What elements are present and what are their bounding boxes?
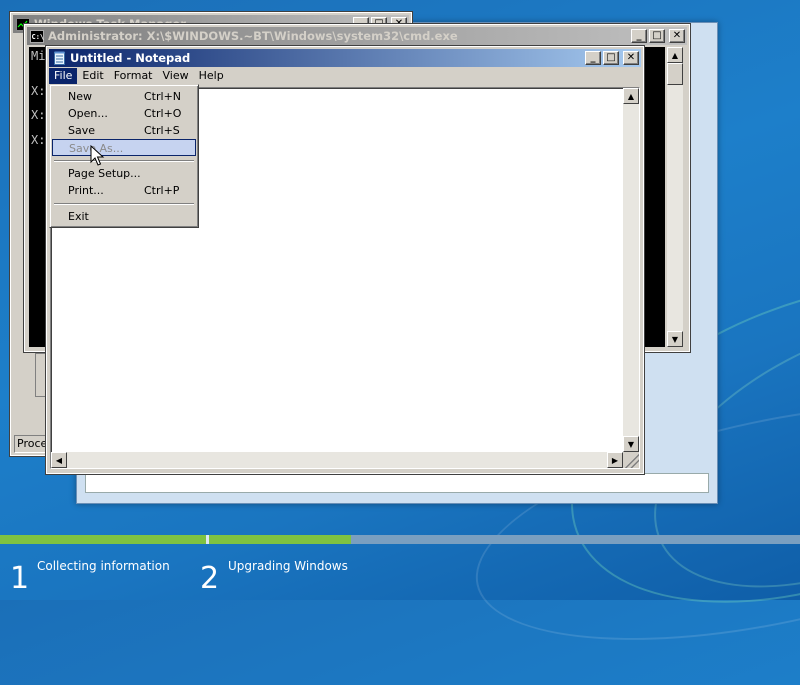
menu-item-print[interactable]: Print... Ctrl+P <box>52 182 196 199</box>
notepad-vertical-scrollbar[interactable]: ▲ ▼ <box>623 88 639 452</box>
menu-item-save-as[interactable]: Save As... <box>52 139 196 156</box>
menu-item-page-setup[interactable]: Page Setup... <box>52 165 196 182</box>
menu-format[interactable]: Format <box>109 68 158 84</box>
mouse-pointer-icon <box>90 145 105 166</box>
scroll-down-arrow-icon[interactable]: ▼ <box>623 436 639 452</box>
menu-item-shortcut: Ctrl+P <box>144 184 180 197</box>
menu-item-shortcut: Ctrl+N <box>144 90 182 103</box>
menu-separator <box>54 203 194 205</box>
cmd-vertical-scrollbar[interactable]: ▲ ▼ <box>667 47 683 347</box>
cmd-title: Administrator: X:\$WINDOWS.~BT\Windows\s… <box>48 29 458 43</box>
minimize-button[interactable]: _ <box>631 29 647 43</box>
menu-item-shortcut: Ctrl+S <box>144 124 180 137</box>
menu-file[interactable]: File <box>49 68 78 84</box>
notepad-horizontal-scrollbar[interactable]: ◀ ▶ <box>51 452 623 468</box>
close-button[interactable]: ✕ <box>669 29 685 43</box>
step-number: 1 <box>10 561 30 596</box>
file-menu-dropdown: New Ctrl+N Open... Ctrl+O Save Ctrl+S Sa… <box>49 84 199 228</box>
menu-item-open[interactable]: Open... Ctrl+O <box>52 105 196 122</box>
step2-progress-fill <box>209 535 351 544</box>
step-number: 2 <box>200 561 220 596</box>
step1-progress-fill <box>0 535 206 544</box>
scroll-down-arrow-icon[interactable]: ▼ <box>667 331 683 347</box>
close-button[interactable]: ✕ <box>623 51 639 65</box>
cmd-icon: C:\ <box>30 29 45 43</box>
menu-item-label: Page Setup... <box>68 167 141 180</box>
menu-item-save[interactable]: Save Ctrl+S <box>52 122 196 139</box>
menu-edit[interactable]: Edit <box>77 68 108 84</box>
scroll-up-arrow-icon[interactable]: ▲ <box>623 88 639 104</box>
step-label: Collecting information <box>37 559 170 573</box>
setup-dialog-panel <box>85 473 709 493</box>
menu-help[interactable]: Help <box>194 68 229 84</box>
maximize-button[interactable]: □ <box>649 29 665 43</box>
menu-view[interactable]: View <box>158 68 194 84</box>
resize-grip-icon[interactable] <box>623 452 639 468</box>
menu-item-label: New <box>68 90 92 103</box>
minimize-button[interactable]: _ <box>585 51 601 65</box>
menu-item-label: Print... <box>68 184 104 197</box>
cmd-line: Mi <box>31 49 46 63</box>
setup-progress-track <box>0 535 800 544</box>
step-label: Upgrading Windows <box>228 559 348 573</box>
progress-divider <box>206 535 209 544</box>
menu-item-new[interactable]: New Ctrl+N <box>52 88 196 105</box>
cmd-line: X: <box>31 133 46 147</box>
svg-text:C:\: C:\ <box>32 33 45 41</box>
notepad-icon <box>52 51 66 65</box>
scroll-left-arrow-icon[interactable]: ◀ <box>51 452 67 468</box>
menu-item-label: Save <box>68 124 96 137</box>
menu-item-label: Open... <box>68 107 108 120</box>
menu-item-exit[interactable]: Exit <box>52 208 196 225</box>
scroll-right-arrow-icon[interactable]: ▶ <box>607 452 623 468</box>
notepad-title: Untitled - Notepad <box>70 51 191 65</box>
menu-item-shortcut: Ctrl+O <box>144 107 182 120</box>
notepad-titlebar[interactable]: Untitled - Notepad _ □ ✕ <box>49 49 641 67</box>
cmd-titlebar[interactable]: C:\ Administrator: X:\$WINDOWS.~BT\Windo… <box>27 27 687 45</box>
scroll-up-arrow-icon[interactable]: ▲ <box>667 47 683 63</box>
menu-item-label: Exit <box>68 210 89 223</box>
cmd-line: X: <box>31 84 46 98</box>
menu-separator <box>54 160 194 162</box>
scroll-thumb[interactable] <box>667 63 683 85</box>
notepad-menubar: File Edit Format View Help <box>49 67 641 85</box>
maximize-button[interactable]: □ <box>603 51 619 65</box>
cmd-line: X: <box>31 108 46 122</box>
